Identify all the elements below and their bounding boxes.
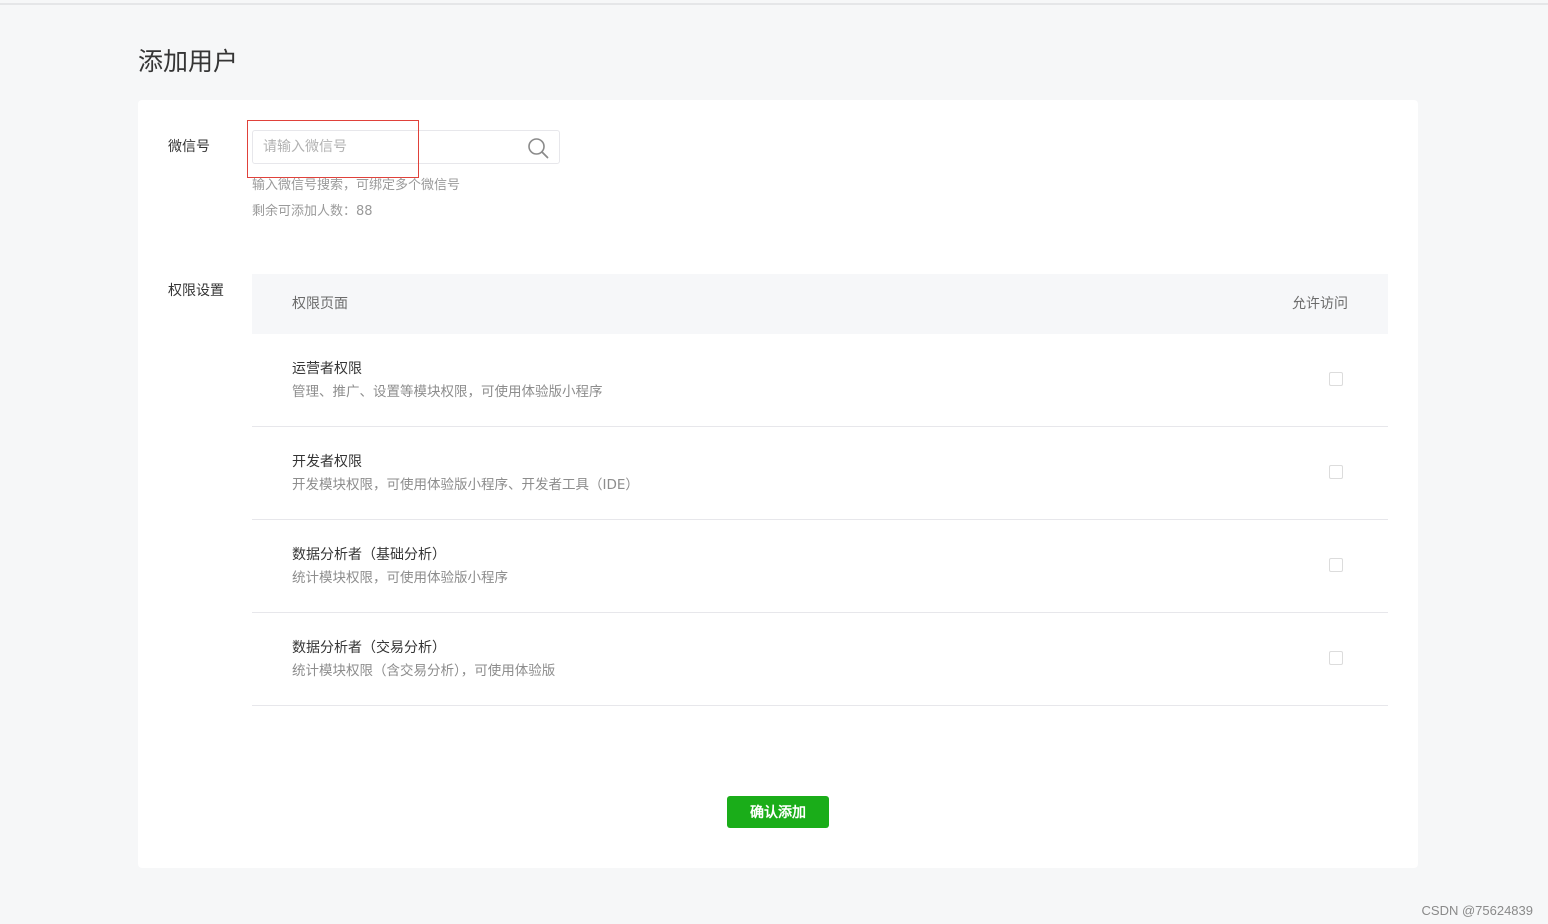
confirm-add-button[interactable]: 确认添加 (727, 796, 829, 828)
permission-title: 数据分析者（基础分析） (292, 547, 446, 563)
permission-row-analyst-trade: 数据分析者（交易分析） 统计模块权限（含交易分析），可使用体验版 (252, 613, 1388, 706)
permission-title: 数据分析者（交易分析） (292, 640, 446, 656)
permission-title: 开发者权限 (292, 454, 362, 470)
wechat-search-tip: 输入微信号搜索，可绑定多个微信号 (252, 178, 461, 193)
permission-title: 运营者权限 (292, 361, 362, 377)
annotation-highlight-box (247, 120, 419, 178)
permission-table: 权限页面 允许访问 运营者权限 管理、推广、设置等模块权限，可使用体验版小程序 … (252, 274, 1388, 706)
remaining-count: 剩余可添加人数：88 (252, 204, 373, 219)
top-divider (0, 3, 1548, 5)
header-permission-page: 权限页面 (292, 296, 348, 312)
search-icon[interactable] (527, 137, 549, 159)
permission-table-header: 权限页面 允许访问 (252, 274, 1388, 334)
permission-desc: 统计模块权限，可使用体验版小程序 (292, 570, 508, 586)
page-title: 添加用户 (138, 47, 239, 76)
permission-desc: 管理、推广、设置等模块权限，可使用体验版小程序 (292, 384, 603, 400)
permission-desc: 统计模块权限（含交易分析），可使用体验版 (292, 663, 556, 679)
allow-access-checkbox-operator[interactable] (1329, 372, 1343, 386)
add-user-card: 微信号 输入微信号搜索，可绑定多个微信号 剩余可添加人数：88 权限设置 权限页… (138, 100, 1418, 868)
header-allow-access: 允许访问 (1292, 296, 1348, 312)
permission-desc: 开发模块权限，可使用体验版小程序、开发者工具（IDE） (292, 477, 639, 493)
permission-row-analyst-basic: 数据分析者（基础分析） 统计模块权限，可使用体验版小程序 (252, 520, 1388, 613)
permission-row-developer: 开发者权限 开发模块权限，可使用体验版小程序、开发者工具（IDE） (252, 427, 1388, 520)
permission-label: 权限设置 (168, 283, 224, 299)
allow-access-checkbox-developer[interactable] (1329, 465, 1343, 479)
watermark: CSDN @75624839 (1421, 903, 1533, 918)
allow-access-checkbox-analyst-basic[interactable] (1329, 558, 1343, 572)
allow-access-checkbox-analyst-trade[interactable] (1329, 651, 1343, 665)
permission-row-operator: 运营者权限 管理、推广、设置等模块权限，可使用体验版小程序 (252, 334, 1388, 427)
wechat-label: 微信号 (168, 139, 210, 155)
